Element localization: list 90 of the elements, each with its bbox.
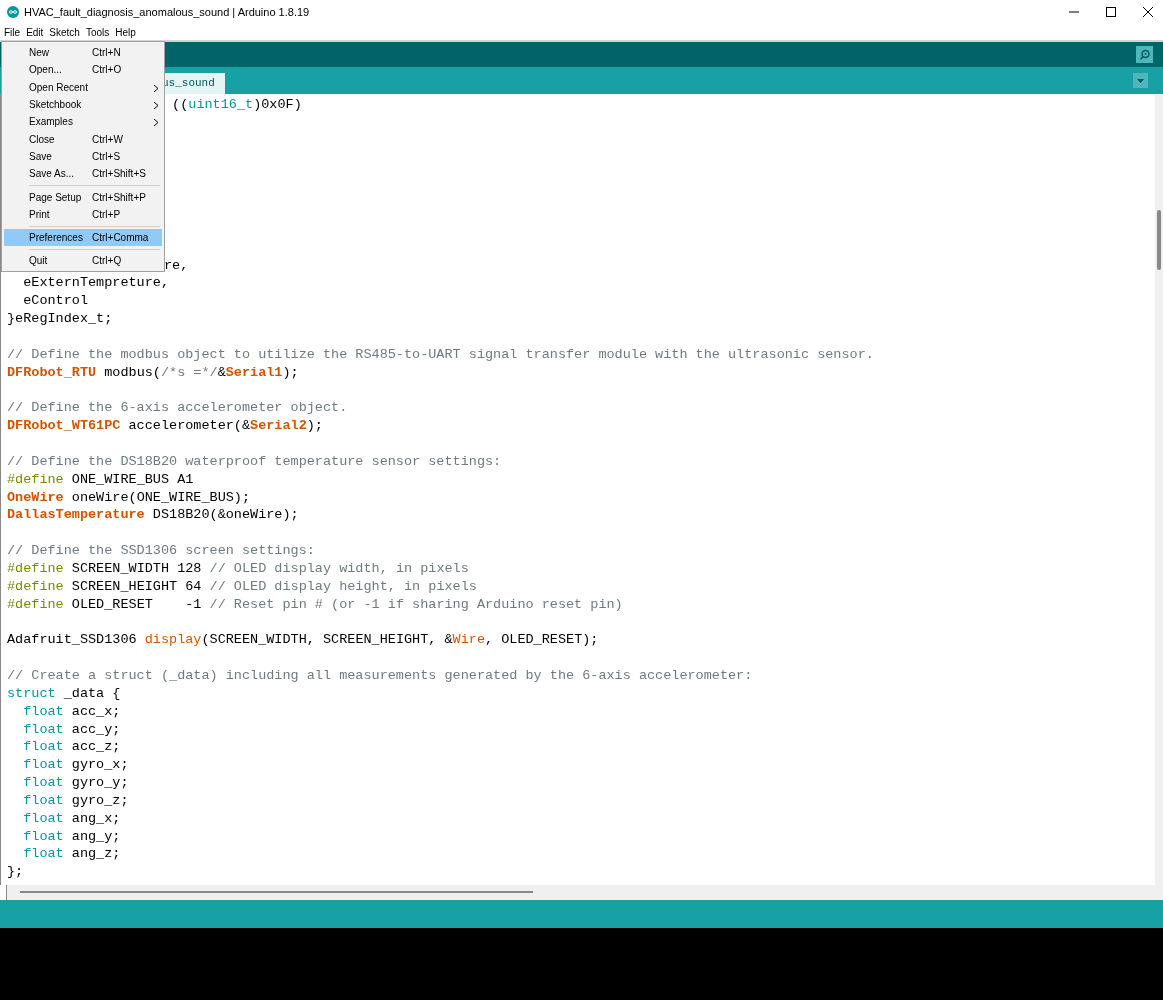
code-text: eControl — [23, 293, 88, 309]
function-name: Wire — [452, 632, 485, 648]
window-title: HVAC_fault_diagnosis_anomalous_sound | Arduino 1.8.19 — [24, 6, 310, 18]
serial-monitor-button[interactable] — [1136, 46, 1153, 63]
keyword: float — [23, 846, 64, 862]
code-text: DS18B20(&oneWire); — [151, 507, 299, 523]
code-text: , OLED_RESET); — [485, 632, 599, 648]
menu-bar-item[interactable]: Edit — [26, 26, 44, 38]
code-text: ang_x; — [70, 810, 121, 826]
code-text: acc_z; — [70, 739, 121, 755]
code-comment: // Define the modbus object to utilize the RS485-to-UART signal transfer module with the ultrasonic sensor. — [7, 346, 874, 362]
maximize-icon[interactable] — [1106, 7, 1116, 17]
keyword: float — [23, 810, 64, 826]
code-text: SCREEN_HEIGHT 64 — [70, 578, 203, 594]
code-text: eExternTempreture, — [23, 275, 169, 291]
code-comment: // Create a struct (_data) including all measurements generated by the 6-axis accelerometer: — [7, 668, 753, 683]
menu-item[interactable]: Save Ctrl+S — [4, 147, 162, 166]
keyword: float — [23, 721, 64, 737]
type-name: DallasTemperature — [7, 507, 145, 523]
close-icon[interactable] — [1143, 7, 1153, 17]
menu-item[interactable]: Preferences Ctrl+Comma — [4, 228, 162, 247]
code-text: ); — [306, 418, 323, 434]
type-name: Serial2 — [250, 418, 307, 434]
menu-item[interactable]: Sketchbook — [4, 95, 162, 114]
menu-bar-item[interactable]: Tools — [85, 26, 110, 38]
menu-bar-item[interactable]: Sketch — [49, 26, 80, 38]
code-text: oneWire(ONE_WIRE_BUS); — [70, 489, 251, 505]
code-text: SCREEN_WIDTH 128 — [70, 560, 203, 576]
scrollbar-thumb[interactable] — [1157, 210, 1161, 270]
code-comment: // OLED display height, in pixels — [209, 578, 477, 594]
app-logo-icon — [7, 6, 19, 18]
code-text: gyro_x; — [70, 757, 129, 773]
tab-menu-button[interactable] — [1133, 73, 1148, 88]
code-comment: // OLED display width, in pixels — [209, 560, 469, 576]
code-text: ang_z; — [70, 846, 121, 862]
code-text: modbus( — [103, 364, 161, 380]
menu-item[interactable]: Page Setup Ctrl+Shift+P — [4, 188, 162, 206]
type-name: DFRobot_RTU — [7, 364, 97, 380]
menu-item[interactable]: Quit Ctrl+Q — [4, 252, 162, 270]
keyword: struct — [7, 685, 56, 701]
code-text: acc_x; — [70, 703, 121, 719]
menu-bar-item[interactable]: File — [4, 26, 21, 38]
horizontal-scrollbar[interactable] — [6, 885, 1163, 900]
code-text: accelerometer(& — [127, 418, 251, 434]
type-name: Serial1 — [225, 364, 283, 380]
code-text: (( — [171, 97, 189, 112]
code-comment: // Reset pin # (or -1 if sharing Arduino reset pin) — [209, 596, 623, 612]
keyword: float — [23, 828, 64, 844]
keyword: float — [23, 792, 64, 808]
preprocessor-directive: #define — [7, 471, 64, 487]
code-comment: /*s =*/ — [160, 364, 218, 380]
preprocessor-directive: #define — [7, 578, 64, 594]
menu-item[interactable]: Save As... Ctrl+Shift+S — [4, 165, 162, 183]
preprocessor-directive: #define — [7, 560, 64, 576]
menu-item[interactable]: New Ctrl+N — [4, 44, 162, 62]
code-text: & — [217, 364, 226, 380]
code-text: gyro_z; — [70, 792, 129, 808]
keyword: float — [23, 757, 64, 773]
menu-bar-item[interactable]: Help — [115, 26, 136, 38]
code-text: gyro_y; — [70, 775, 129, 791]
code-text: re, — [164, 257, 189, 273]
scrollbar-thumb[interactable] — [20, 891, 533, 893]
code-text: )0x0F) — [253, 97, 302, 112]
code-text: Adafruit_SSD1306 — [7, 632, 138, 648]
type-name: DFRobot_WT61PC — [7, 418, 121, 434]
code-comment: // Define the DS18B20 waterproof temperature sensor settings: — [7, 453, 502, 469]
code-text: }eRegIndex_t; — [7, 311, 113, 327]
code-text: OLED_RESET -1 — [70, 596, 203, 612]
magnifier-icon — [1138, 48, 1151, 61]
function-name: display — [144, 632, 202, 648]
code-text: ); — [282, 364, 299, 380]
code-comment: // Define the SSD1306 screen settings: — [7, 543, 315, 559]
code-text: ang_y; — [70, 828, 121, 844]
code-comment: // Define the 6-axis accelerometer object. — [7, 400, 348, 416]
keyword: float — [23, 739, 64, 755]
code-text: acc_y; — [70, 721, 121, 737]
code-text: }; — [7, 864, 24, 880]
type-name: uint16_t — [188, 97, 254, 112]
keyword: float — [23, 703, 64, 719]
keyword: float — [23, 775, 64, 791]
menu-item[interactable]: Examples — [4, 113, 162, 131]
code-text: (SCREEN_WIDTH, SCREEN_HEIGHT, & — [201, 632, 453, 648]
vertical-scrollbar[interactable] — [1155, 94, 1163, 885]
code-text: ONE_WIRE_BUS A1 — [70, 471, 194, 487]
menu-item[interactable]: Close Ctrl+W — [4, 130, 162, 148]
menu-item[interactable]: Print Ctrl+P — [4, 205, 162, 223]
preprocessor-directive: #define — [7, 596, 64, 612]
type-name: OneWire — [7, 489, 64, 505]
caret-icon — [1137, 78, 1144, 83]
code-text: _data { — [62, 685, 121, 701]
